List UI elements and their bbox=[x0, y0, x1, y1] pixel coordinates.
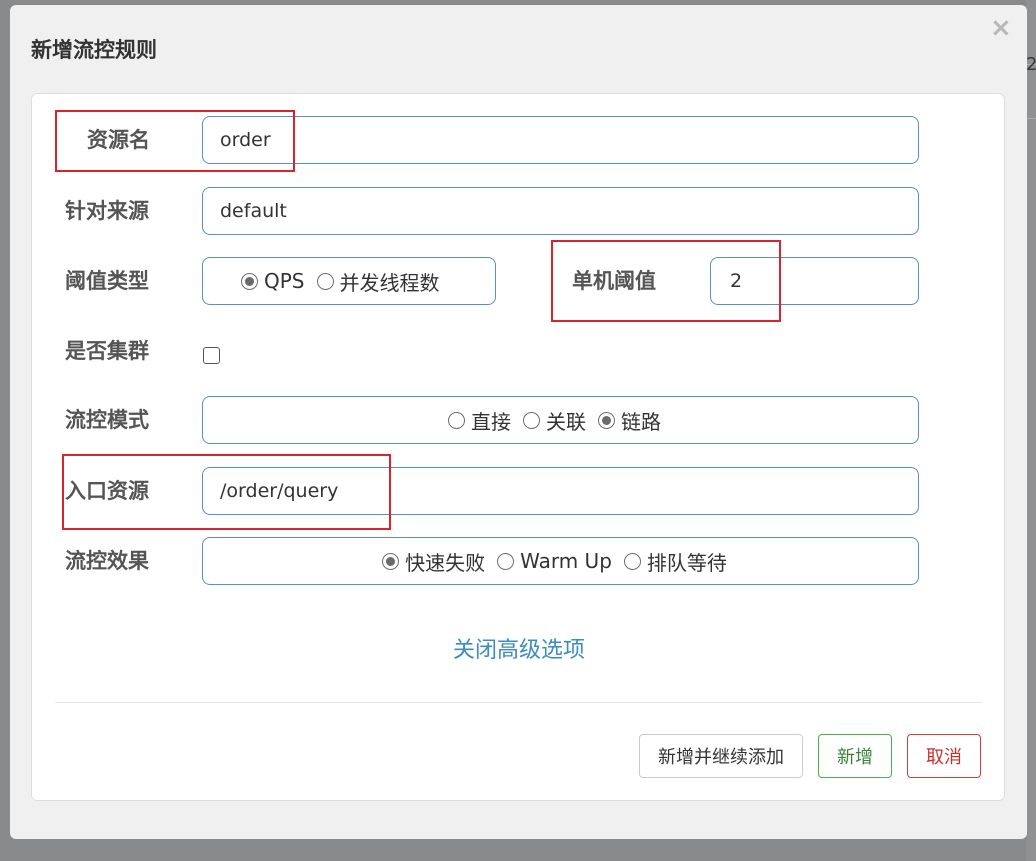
background-divider bbox=[1026, 118, 1036, 119]
radio-unchecked-icon[interactable] bbox=[316, 272, 334, 290]
resource-input[interactable]: order bbox=[202, 116, 919, 164]
behavior-option-label: Warm Up bbox=[520, 549, 612, 573]
background-page bbox=[1026, 0, 1036, 861]
highlight-box-count bbox=[551, 240, 781, 322]
strategy-label: 流控模式 bbox=[65, 408, 149, 432]
form-panel: 资源名 order 针对来源 default 阈值类型 QPS 并发线程数 单机… bbox=[31, 93, 1005, 801]
grade-option-thread[interactable]: 并发线程数 bbox=[316, 267, 440, 296]
highlight-box-resource bbox=[55, 110, 295, 172]
behavior-option-fail-fast[interactable]: 快速失败 bbox=[382, 547, 485, 576]
behavior-option-label: 快速失败 bbox=[405, 550, 486, 575]
radio-unchecked-icon[interactable] bbox=[448, 411, 465, 429]
cluster-label: 是否集群 bbox=[65, 339, 149, 363]
radio-unchecked-icon[interactable] bbox=[523, 411, 540, 429]
behavior-option-warm-up[interactable]: Warm Up bbox=[497, 549, 612, 573]
strategy-option-label: 直接 bbox=[471, 409, 511, 434]
strategy-option-chain[interactable]: 链路 bbox=[598, 406, 661, 435]
strategy-option-label: 链路 bbox=[621, 409, 661, 434]
highlight-box-ref-resource bbox=[62, 454, 391, 530]
radio-checked-icon[interactable] bbox=[241, 272, 258, 290]
control-behavior-radio-group: 快速失败 Warm Up 排队等待 bbox=[202, 537, 919, 585]
grade-option-qps[interactable]: QPS bbox=[241, 269, 305, 293]
strategy-option-label: 关联 bbox=[546, 409, 586, 434]
grade-radio-group: QPS 并发线程数 bbox=[202, 257, 496, 305]
background-text: 2 bbox=[1026, 54, 1036, 75]
dialog-title: 新增流控规则 bbox=[31, 38, 157, 62]
radio-checked-icon[interactable] bbox=[382, 552, 400, 570]
close-icon[interactable]: × bbox=[990, 15, 1012, 41]
strategy-option-direct[interactable]: 直接 bbox=[448, 406, 511, 435]
limit-app-input[interactable]: default bbox=[202, 187, 919, 235]
behavior-option-queue[interactable]: 排队等待 bbox=[623, 547, 727, 576]
limit-app-label: 针对来源 bbox=[65, 199, 149, 223]
add-and-continue-button[interactable]: 新增并继续添加 bbox=[639, 734, 803, 778]
strategy-option-relate[interactable]: 关联 bbox=[523, 406, 586, 435]
cancel-button[interactable]: 取消 bbox=[907, 734, 981, 778]
grade-option-label: QPS bbox=[264, 269, 305, 293]
strategy-radio-group: 直接 关联 链路 bbox=[202, 396, 919, 444]
radio-unchecked-icon[interactable] bbox=[497, 552, 515, 570]
advanced-options-link[interactable]: 关闭高级选项 bbox=[32, 632, 1006, 664]
radio-unchecked-icon[interactable] bbox=[623, 552, 641, 570]
grade-label: 阈值类型 bbox=[65, 269, 149, 293]
control-behavior-label: 流控效果 bbox=[65, 549, 149, 573]
cluster-checkbox[interactable] bbox=[203, 347, 220, 364]
footer-divider bbox=[55, 702, 982, 703]
behavior-option-label: 排队等待 bbox=[646, 550, 727, 575]
radio-checked-icon[interactable] bbox=[598, 411, 615, 429]
grade-option-label: 并发线程数 bbox=[339, 270, 440, 295]
add-button[interactable]: 新增 bbox=[818, 734, 892, 778]
